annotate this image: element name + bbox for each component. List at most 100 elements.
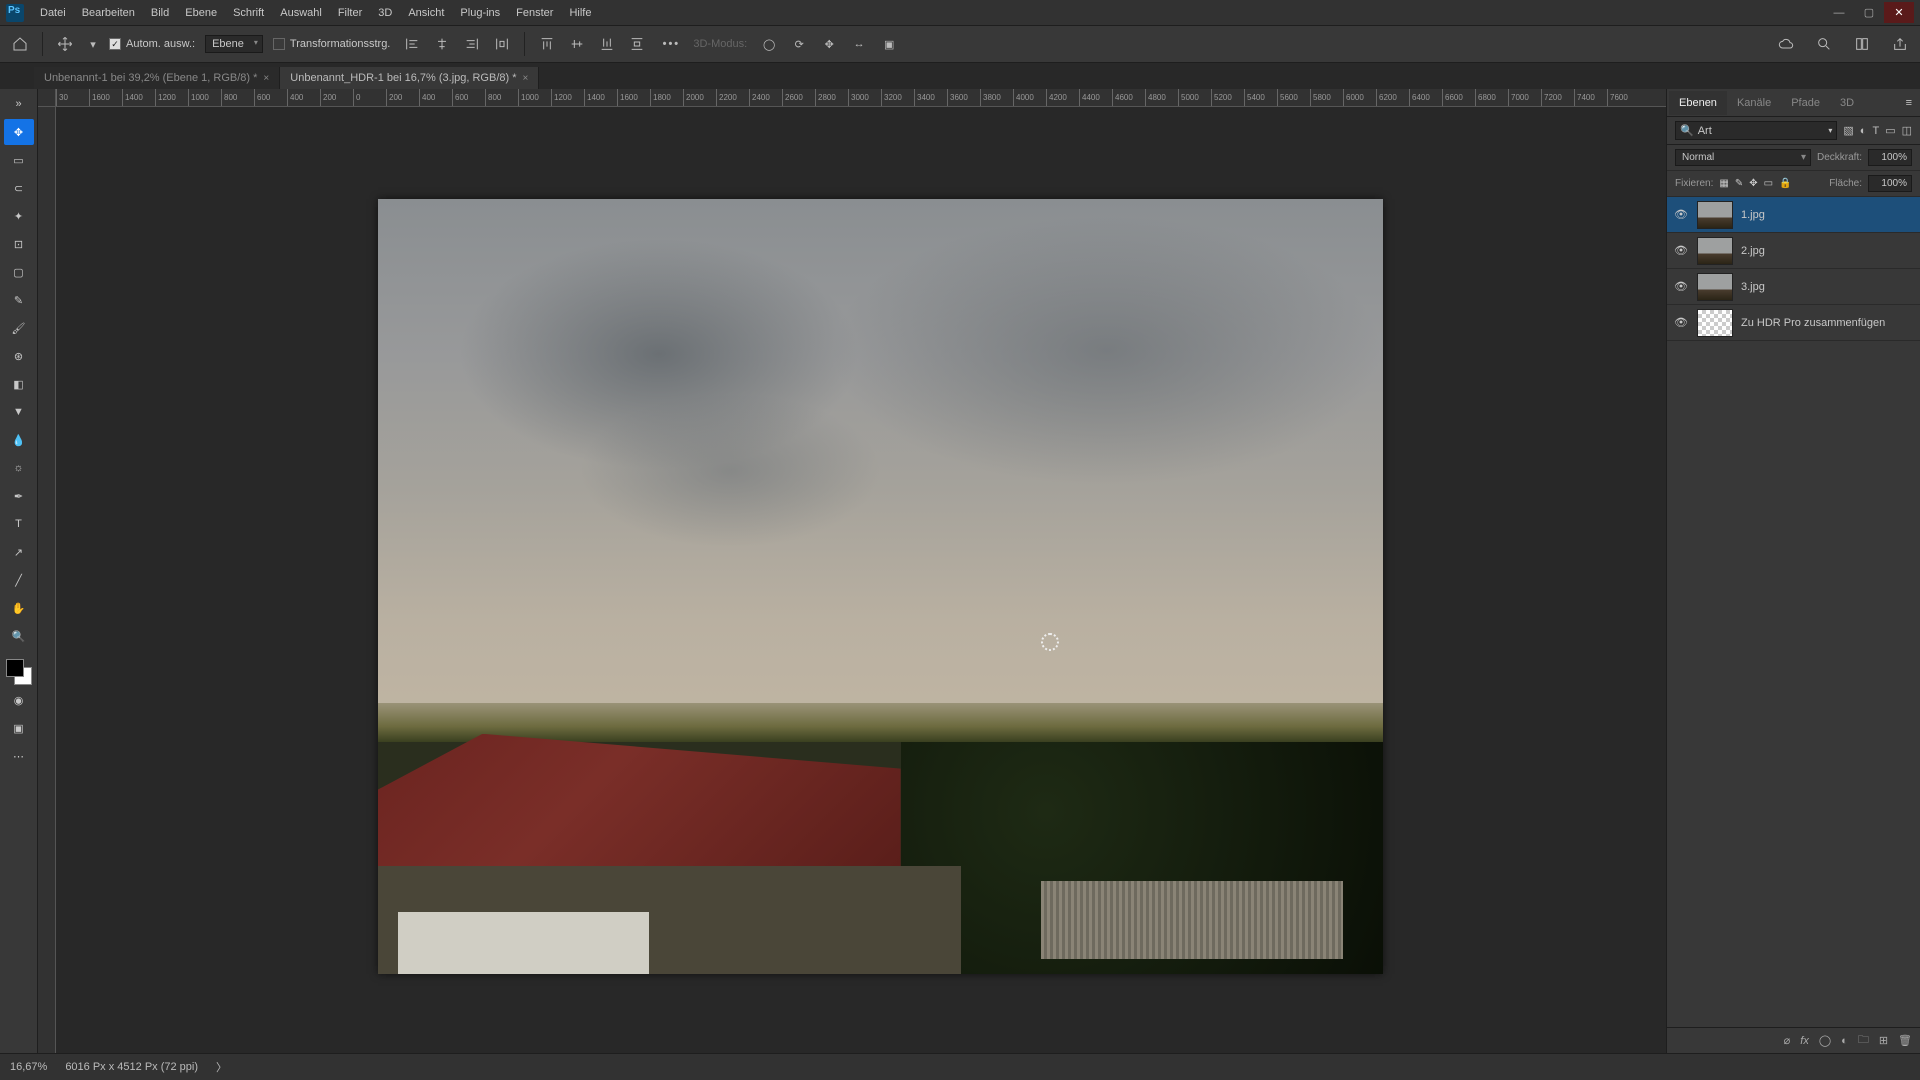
auto-select-checkbox[interactable]: ✓ Autom. ausw.: bbox=[109, 38, 195, 50]
eyedropper-alt-tool[interactable]: ✎ bbox=[4, 287, 34, 313]
layer-search[interactable]: 🔍 Art ▾ bbox=[1675, 121, 1837, 140]
document-canvas[interactable] bbox=[378, 199, 1383, 974]
status-arrow-icon[interactable]: 〉 bbox=[216, 1059, 227, 1075]
align-right-icon[interactable] bbox=[460, 32, 484, 56]
filter-image-icon[interactable]: ▧ bbox=[1843, 124, 1853, 137]
search-icon[interactable] bbox=[1812, 32, 1836, 56]
canvas-area[interactable]: 3016001400120010008006004002000200400600… bbox=[38, 89, 1666, 1053]
auto-select-mode-dropdown[interactable]: Ebene bbox=[205, 35, 263, 53]
layer-name[interactable]: 2.jpg bbox=[1741, 245, 1765, 257]
layer-group-icon[interactable]: 🗀 bbox=[1858, 1031, 1869, 1050]
new-layer-icon[interactable]: ⊞ bbox=[1879, 1034, 1888, 1047]
opacity-value[interactable]: 100% bbox=[1868, 149, 1912, 166]
panel-tab-pfade[interactable]: Pfade bbox=[1781, 91, 1830, 115]
home-icon[interactable] bbox=[8, 32, 32, 56]
layer-thumbnail[interactable] bbox=[1697, 237, 1733, 265]
workspace-icon[interactable] bbox=[1850, 32, 1874, 56]
move-tool-icon[interactable] bbox=[53, 32, 77, 56]
layer-thumbnail[interactable] bbox=[1697, 309, 1733, 337]
menu-3d[interactable]: 3D bbox=[370, 3, 400, 23]
panel-menu-icon[interactable]: ≡ bbox=[1900, 97, 1918, 109]
cloud-icon[interactable] bbox=[1774, 32, 1798, 56]
lock-pixels-icon[interactable]: ▦ bbox=[1719, 178, 1728, 189]
lock-brush-icon[interactable]: ✎ bbox=[1735, 178, 1743, 189]
more-options-icon[interactable]: ••• bbox=[659, 32, 683, 56]
menu-schrift[interactable]: Schrift bbox=[225, 3, 272, 23]
menu-datei[interactable]: Datei bbox=[32, 3, 74, 23]
artboard-tool[interactable]: ▭ bbox=[4, 147, 34, 173]
layer-thumbnail[interactable] bbox=[1697, 273, 1733, 301]
vertical-ruler[interactable] bbox=[38, 107, 56, 1053]
brush-tool[interactable]: 🖌 bbox=[4, 315, 34, 341]
zoom-tool[interactable]: 🔍 bbox=[4, 623, 34, 649]
ruler-origin[interactable] bbox=[38, 89, 56, 107]
layer-row[interactable]: 👁 2.jpg bbox=[1667, 233, 1920, 269]
lock-position-icon[interactable]: ✥ bbox=[1749, 178, 1757, 189]
layer-visibility-icon[interactable]: 👁 bbox=[1673, 280, 1689, 293]
layer-mask-icon[interactable]: ◯ bbox=[1819, 1034, 1831, 1047]
delete-layer-icon[interactable]: 🗑 bbox=[1898, 1034, 1912, 1047]
document-tab[interactable]: Unbenannt_HDR-1 bei 16,7% (3.jpg, RGB/8)… bbox=[280, 67, 539, 89]
menu-bild[interactable]: Bild bbox=[143, 3, 177, 23]
maximize-button[interactable]: ▢ bbox=[1854, 2, 1884, 23]
menu-auswahl[interactable]: Auswahl bbox=[272, 3, 330, 23]
color-swatches[interactable] bbox=[6, 659, 32, 685]
wand-tool[interactable]: ✦ bbox=[4, 203, 34, 229]
close-button[interactable]: ✕ bbox=[1884, 2, 1914, 23]
minimize-button[interactable]: — bbox=[1824, 3, 1854, 23]
filter-type-icon[interactable]: T bbox=[1872, 125, 1879, 137]
menu-hilfe[interactable]: Hilfe bbox=[561, 3, 599, 23]
layer-visibility-icon[interactable]: 👁 bbox=[1673, 244, 1689, 257]
document-tab[interactable]: Unbenannt-1 bei 39,2% (Ebene 1, RGB/8) *… bbox=[34, 67, 280, 89]
line-tool[interactable]: ╱ bbox=[4, 567, 34, 593]
panel-tab-3d[interactable]: 3D bbox=[1830, 91, 1864, 115]
expand-toolbox-icon[interactable]: » bbox=[4, 91, 34, 117]
crop-tool[interactable]: ⊡ bbox=[4, 231, 34, 257]
close-tab-icon[interactable]: × bbox=[263, 73, 269, 84]
hand-tool[interactable]: ✋ bbox=[4, 595, 34, 621]
screen-mode-icon[interactable]: ▣ bbox=[4, 715, 34, 741]
layer-visibility-icon[interactable]: 👁 bbox=[1673, 208, 1689, 221]
adjustment-layer-icon[interactable]: ◐ bbox=[1841, 1035, 1848, 1047]
align-bottom-icon[interactable] bbox=[595, 32, 619, 56]
align-middle-icon[interactable] bbox=[565, 32, 589, 56]
menu-ebene[interactable]: Ebene bbox=[177, 3, 225, 23]
fg-color-swatch[interactable] bbox=[6, 659, 24, 677]
distribute-v-icon[interactable] bbox=[625, 32, 649, 56]
align-top-icon[interactable] bbox=[535, 32, 559, 56]
fill-value[interactable]: 100% bbox=[1868, 175, 1912, 192]
distribute-h-icon[interactable] bbox=[490, 32, 514, 56]
close-tab-icon[interactable]: × bbox=[523, 73, 529, 84]
blend-mode-dropdown[interactable]: Normal bbox=[1675, 149, 1811, 166]
eraser-tool[interactable]: ◧ bbox=[4, 371, 34, 397]
menu-bearbeiten[interactable]: Bearbeiten bbox=[74, 3, 143, 23]
align-left-icon[interactable] bbox=[400, 32, 424, 56]
dodge-tool[interactable]: ☼ bbox=[4, 455, 34, 481]
blur-tool[interactable]: 💧 bbox=[4, 427, 34, 453]
share-icon[interactable] bbox=[1888, 32, 1912, 56]
layer-row[interactable]: 👁 3.jpg bbox=[1667, 269, 1920, 305]
transform-controls-checkbox[interactable]: Transformationsstrg. bbox=[273, 38, 390, 50]
pen-tool[interactable]: ✒ bbox=[4, 483, 34, 509]
menu-ansicht[interactable]: Ansicht bbox=[400, 3, 452, 23]
gradient-tool[interactable]: ▼ bbox=[4, 399, 34, 425]
layer-visibility-icon[interactable]: 👁 bbox=[1673, 316, 1689, 329]
menu-plug-ins[interactable]: Plug-ins bbox=[452, 3, 508, 23]
layer-name[interactable]: 1.jpg bbox=[1741, 209, 1765, 221]
layer-name[interactable]: 3.jpg bbox=[1741, 281, 1765, 293]
menu-filter[interactable]: Filter bbox=[330, 3, 370, 23]
panel-tab-kanäle[interactable]: Kanäle bbox=[1727, 91, 1781, 115]
path-tool[interactable]: ↗ bbox=[4, 539, 34, 565]
layer-thumbnail[interactable] bbox=[1697, 201, 1733, 229]
lock-all-icon[interactable]: 🔒 bbox=[1779, 178, 1791, 189]
layer-row[interactable]: 👁 1.jpg bbox=[1667, 197, 1920, 233]
type-tool[interactable]: T bbox=[4, 511, 34, 537]
panel-tab-ebenen[interactable]: Ebenen bbox=[1669, 91, 1727, 115]
move-tool[interactable]: ✥ bbox=[4, 119, 34, 145]
document-info[interactable]: 6016 Px x 4512 Px (72 ppi) bbox=[65, 1061, 198, 1073]
filter-shape-icon[interactable]: ▭ bbox=[1885, 124, 1895, 137]
lock-artboard-icon[interactable]: ▭ bbox=[1764, 178, 1773, 189]
quick-mask-icon[interactable]: ◉ bbox=[4, 687, 34, 713]
clone-tool[interactable]: ⊛ bbox=[4, 343, 34, 369]
layer-fx-icon[interactable]: fx bbox=[1800, 1035, 1809, 1047]
